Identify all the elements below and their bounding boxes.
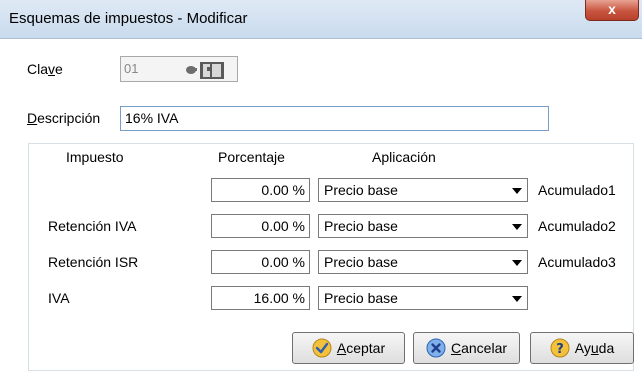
- ayuda-label: Ayuda: [574, 340, 615, 356]
- title-bar: Esquemas de impuestos - Modificar x: [0, 0, 642, 39]
- dialog-body: Clave 01 Descripción 16% IVA Impuesto Po…: [0, 39, 642, 373]
- close-icon: x: [608, 1, 616, 17]
- porcentaje-input[interactable]: 0.00 %: [211, 250, 310, 274]
- close-button[interactable]: x: [585, 0, 639, 21]
- acumulado-label: Acumulado2: [538, 218, 616, 234]
- aplicacion-value: Precio base: [324, 218, 398, 234]
- porcentaje-input[interactable]: 0.00 %: [211, 178, 310, 202]
- svg-text:?: ?: [556, 342, 564, 357]
- clave-label: Clave: [27, 61, 63, 77]
- chevron-down-icon[interactable]: [512, 296, 522, 302]
- clave-value: 01: [124, 61, 139, 76]
- aplicacion-value: Precio base: [324, 290, 398, 306]
- row-impuesto-label: Retención IVA: [48, 218, 137, 234]
- header-impuesto: Impuesto: [66, 149, 124, 165]
- porcentaje-input[interactable]: 0.00 %: [211, 214, 310, 238]
- aceptar-button[interactable]: Aceptar: [292, 332, 405, 364]
- acumulado-label: Acumulado1: [538, 182, 616, 198]
- chevron-down-icon[interactable]: [512, 260, 522, 266]
- porcentaje-input[interactable]: 16.00 %: [211, 286, 310, 310]
- aplicacion-select[interactable]: Precio base: [318, 214, 528, 238]
- row-impuesto-label: IVA: [48, 290, 70, 306]
- descripcion-input[interactable]: 16% IVA: [120, 106, 549, 131]
- clave-field[interactable]: 01: [120, 56, 238, 82]
- window-title: Esquemas de impuestos - Modificar: [9, 10, 248, 27]
- aplicacion-value: Precio base: [324, 254, 398, 270]
- checkmark-icon: [312, 338, 332, 358]
- aplicacion-select[interactable]: Precio base: [318, 286, 528, 310]
- aplicacion-select[interactable]: Precio base: [318, 250, 528, 274]
- cancelar-button[interactable]: Cancelar: [413, 332, 520, 364]
- header-porcentaje: Porcentaje: [218, 149, 285, 165]
- help-icon: ?: [550, 338, 570, 358]
- cancel-icon: [426, 338, 446, 358]
- chevron-down-icon[interactable]: [512, 188, 522, 194]
- aceptar-label: Aceptar: [336, 340, 386, 356]
- aplicacion-value: Precio base: [324, 182, 398, 198]
- descripcion-label: Descripción: [27, 110, 101, 126]
- cancelar-label: Cancelar: [450, 340, 508, 356]
- lookup-icon[interactable]: [183, 60, 231, 80]
- row-impuesto-label: Retención ISR: [48, 254, 139, 270]
- acumulado-label: Acumulado3: [538, 254, 616, 270]
- aplicacion-select[interactable]: Precio base: [318, 178, 528, 202]
- chevron-down-icon[interactable]: [512, 224, 522, 230]
- ayuda-button[interactable]: ? Ayuda: [530, 332, 634, 364]
- header-aplicacion: Aplicación: [372, 149, 436, 165]
